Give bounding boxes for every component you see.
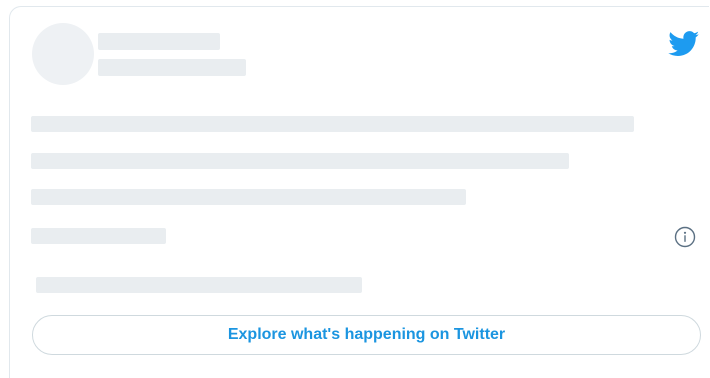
stats-placeholder [36,277,362,293]
text-placeholder-line [31,116,634,132]
twitter-bird-icon[interactable] [668,31,700,57]
text-placeholder-line [31,189,466,205]
handle-placeholder [98,59,246,76]
tweet-embed-card: Explore what's happening on Twitter [9,6,709,378]
info-icon[interactable] [674,226,696,248]
name-placeholder [98,33,220,50]
text-placeholder-line [31,153,569,169]
timestamp-placeholder [31,228,166,244]
explore-twitter-button[interactable]: Explore what's happening on Twitter [32,315,701,355]
explore-button-label: Explore what's happening on Twitter [227,326,506,343]
avatar-placeholder [32,23,94,85]
